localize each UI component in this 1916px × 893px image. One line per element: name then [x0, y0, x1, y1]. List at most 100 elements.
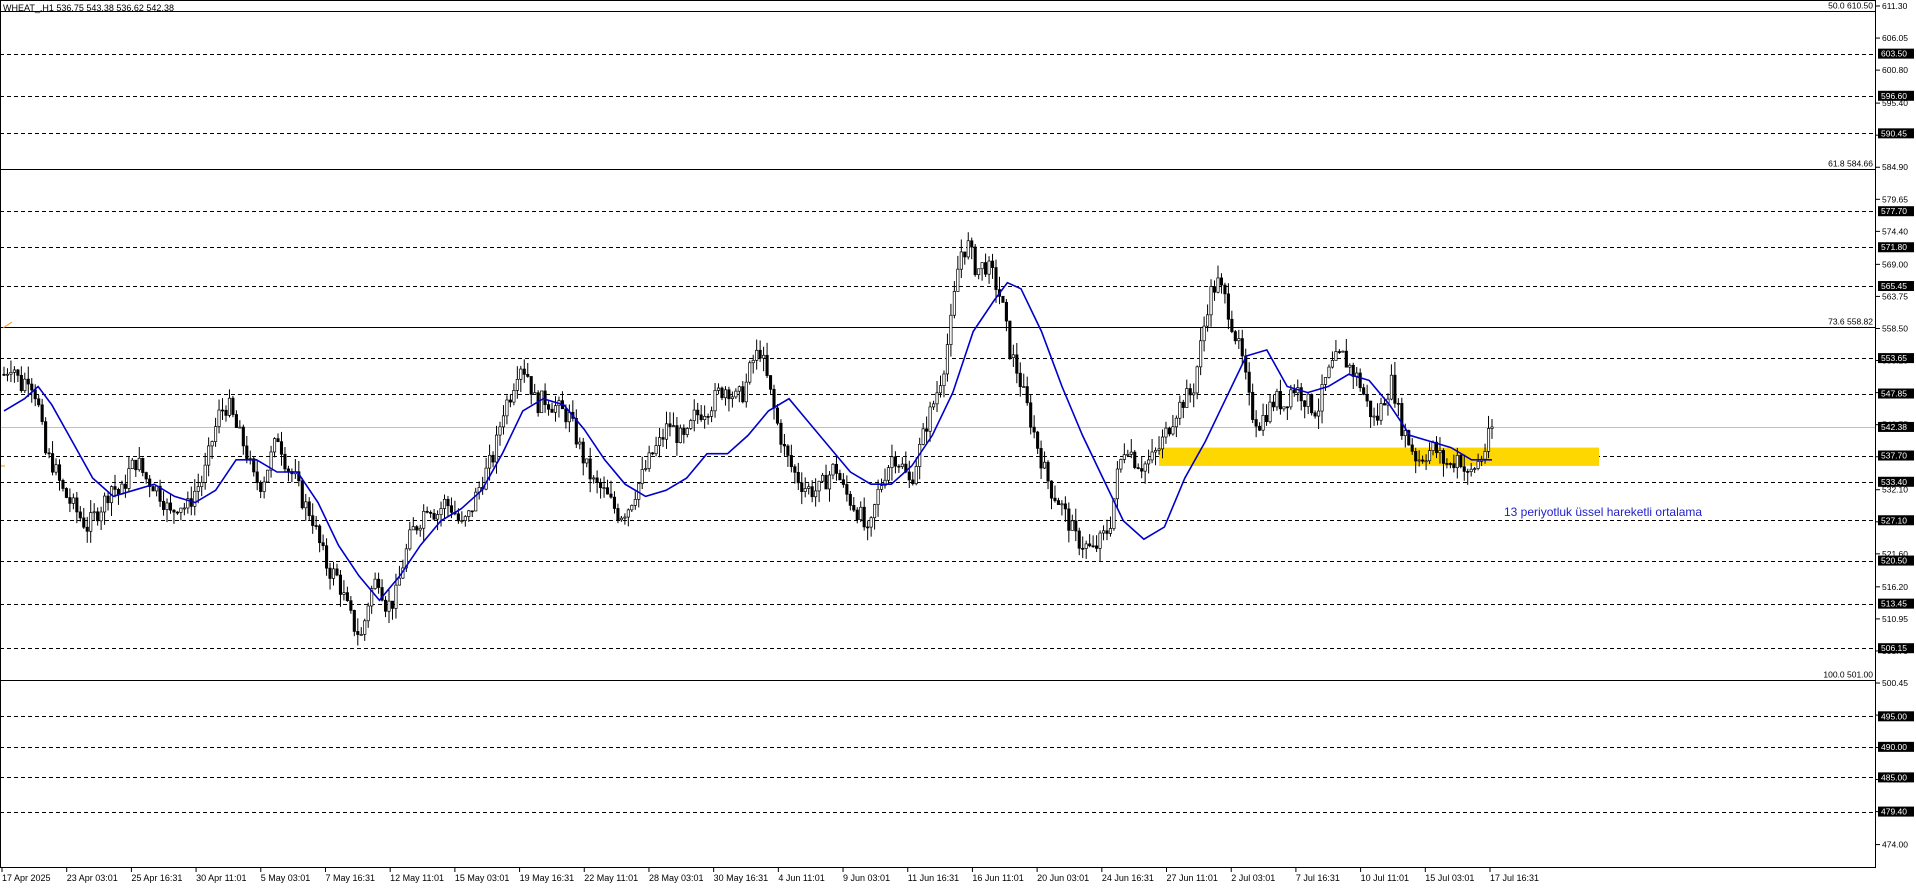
bear-candle-body [1278, 391, 1282, 410]
bull-candle-body [713, 390, 717, 412]
y-tick-label: 600.80 [1882, 65, 1908, 75]
bull-candle-body [585, 458, 589, 464]
price-box: 527.10 [1878, 515, 1914, 526]
bull-candle-body [408, 529, 412, 550]
y-tick-label: 510.95 [1882, 614, 1908, 624]
ema-annotation-label: 13 periyotluk üssel hareketli ortalama [1504, 505, 1702, 519]
x-tick-label: 28 May 03:01 [649, 873, 704, 883]
bull-candle-body [103, 495, 107, 513]
bull-candle-body [342, 592, 346, 595]
bull-candle-body [817, 480, 821, 492]
bear-candle-body [1036, 431, 1040, 449]
price-box-label: 520.50 [1881, 556, 1907, 566]
time-axis: 17 Apr 2025 23 Apr 03:01 25 Apr 16:31 30 Ap… [1, 868, 1539, 883]
bull-candle-body [748, 362, 752, 383]
bull-candle-body [1174, 417, 1178, 428]
price-box: 520.50 [1878, 555, 1914, 566]
bull-candle-body [977, 268, 981, 276]
bear-candle-body [2, 373, 6, 376]
y-tick-label: 574.40 [1882, 226, 1908, 236]
bear-candle-body [907, 471, 911, 481]
bear-candle-body [491, 454, 495, 463]
bull-candle-body [397, 577, 401, 586]
support-zone-rectangle[interactable] [1159, 447, 1599, 466]
candle [64, 487, 68, 499]
price-chart[interactable]: 50.0 610.50 61.8 584.66 73.6 558.82 100.0 5… [0, 0, 1916, 888]
price-box: 485.00 [1878, 772, 1914, 783]
bear-candle-body [1167, 427, 1171, 435]
bull-candle-body [498, 426, 502, 436]
bear-candle-body [300, 480, 304, 509]
bull-candle-body [460, 520, 464, 522]
bear-candle-body [661, 437, 665, 440]
bear-candle-body [231, 397, 235, 415]
price-box: 577.70 [1878, 206, 1914, 217]
bull-candle-body [578, 441, 582, 445]
bear-candle-body [1077, 530, 1081, 549]
y-tick-label: 500.45 [1882, 678, 1908, 688]
bull-candle-body [602, 487, 606, 490]
bull-candle-body [876, 488, 880, 505]
bear-candle-body [651, 452, 655, 455]
bull-candle-body [928, 406, 932, 432]
bull-candle-body [1192, 392, 1196, 396]
bear-candle-body [1313, 412, 1317, 417]
bear-candle-body [314, 525, 318, 527]
bear-candle-body [1004, 302, 1008, 322]
bear-candle-body [189, 498, 193, 507]
bull-candle-body [654, 445, 658, 455]
bear-candle-body [522, 368, 526, 375]
bull-candle-body [886, 467, 891, 481]
bull-candle-body [463, 516, 467, 521]
bear-candle-body [564, 408, 568, 423]
bear-candle-body [727, 389, 731, 400]
bear-candle-body [40, 404, 44, 422]
bear-candle-body [1396, 402, 1400, 405]
bear-candle-body [415, 526, 419, 531]
price-box-label: 542.38 [1881, 422, 1907, 432]
bear-candle-body [1292, 389, 1296, 394]
price-box-label: 490.00 [1881, 742, 1907, 752]
y-tick-label: 563.75 [1882, 291, 1908, 301]
price-box-label: 485.00 [1881, 772, 1907, 782]
bear-candle-body [1240, 338, 1244, 357]
x-tick-label: 17 Jul 16:31 [1490, 873, 1539, 883]
bear-candle-body [1452, 463, 1456, 469]
candle [1008, 320, 1012, 360]
bear-candle-body [429, 511, 433, 514]
price-box: 513.45 [1878, 598, 1914, 609]
bear-candle-body [963, 251, 967, 258]
bull-candle-body [1268, 401, 1272, 423]
bull-candle-body [1348, 364, 1352, 368]
bear-candle-body [1303, 400, 1307, 407]
bear-candle-body [307, 501, 311, 517]
bear-candle-body [599, 482, 603, 489]
bear-candle-body [1181, 401, 1185, 408]
x-tick-label: 22 May 11:01 [584, 873, 638, 883]
x-tick-label: 11 Jun 16:31 [908, 873, 959, 883]
bear-candle-body [1247, 371, 1251, 393]
bull-candle-body [217, 409, 221, 427]
bull-candle-body [89, 512, 93, 532]
x-tick-label: 16 Jun 11:01 [972, 873, 1023, 883]
bear-candle-body [377, 578, 381, 588]
x-tick-label: 23 Apr 03:01 [67, 873, 118, 883]
chart-canvas[interactable]: 50.0 610.50 61.8 584.66 73.6 558.82 100.0 5… [0, 0, 1916, 888]
candle [1133, 449, 1137, 470]
bear-candle-body [1251, 391, 1255, 420]
bear-candle-body [893, 456, 897, 467]
bear-candle-body [220, 409, 225, 412]
bull-candle-body [814, 490, 818, 498]
x-tick-label: 5 May 03:01 [261, 873, 311, 883]
bear-candle-body [175, 511, 179, 514]
bull-candle-body [127, 468, 131, 489]
price-axis: 611.30606.05600.80595.40590.15584.90579.… [1876, 1, 1914, 850]
bull-candle-body [203, 464, 207, 483]
bear-candle-body [311, 515, 315, 526]
bear-candle-body [259, 482, 263, 492]
bull-candle-body [1178, 401, 1182, 419]
bull-candle-body [1455, 455, 1459, 469]
x-tick-label: 12 May 11:01 [390, 873, 444, 883]
bull-candle-body [592, 477, 596, 480]
bull-candle-body [623, 516, 627, 519]
